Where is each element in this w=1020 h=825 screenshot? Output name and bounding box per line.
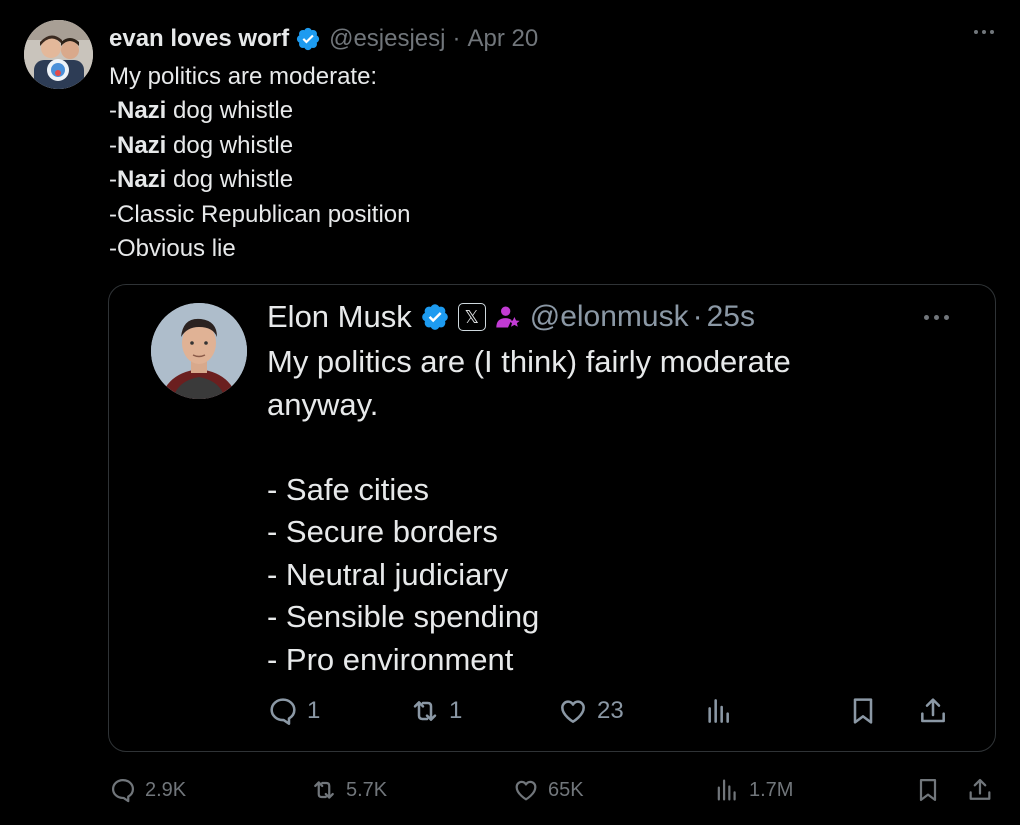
quoted-text: My politics are (I think) fairly moderat… (267, 341, 791, 681)
like-icon (561, 700, 585, 723)
separator: · (692, 300, 703, 333)
quoted-timestamp[interactable]: 25s (707, 300, 755, 334)
verified-icon[interactable] (295, 26, 321, 52)
avatar[interactable] (24, 20, 93, 89)
verified-icon[interactable] (420, 302, 450, 332)
action-bar: 2.9K 5.7K 65K 1.7M (0, 776, 1020, 810)
like-icon (515, 780, 537, 801)
separator: · (452, 25, 461, 52)
tweet-text: My politics are moderate: -Nazi dog whis… (109, 60, 410, 266)
quoted-line: - Sensible spending (267, 599, 540, 634)
quoted-avatar[interactable] (151, 303, 247, 399)
tweet-line: -Classic Republican position (109, 200, 411, 228)
display-name[interactable]: evan loves worf (109, 25, 289, 53)
like-count: 65K (548, 778, 584, 801)
bookmark-icon (853, 698, 873, 724)
more-icon[interactable] (974, 30, 994, 34)
views-icon (717, 779, 736, 801)
repost-count: 1 (449, 697, 463, 724)
tweet-line: -Nazi dog whistle (109, 166, 294, 194)
quoted-line: - Pro environment (267, 641, 514, 677)
quoted-handle[interactable]: @elonmusk (530, 300, 689, 334)
tweet-line: -Nazi dog whistle (109, 131, 294, 159)
share-icon (969, 778, 991, 800)
timestamp[interactable]: Apr 20 (467, 25, 538, 53)
quoted-line: - Neutral judiciary (267, 556, 509, 592)
reply-icon (270, 698, 296, 725)
quoted-views-button[interactable] (703, 695, 735, 727)
reply-count: 2.9K (145, 778, 187, 801)
bookmark-button[interactable] (914, 776, 942, 804)
tweet-header: evan loves worf @esjesjesj · Apr 20 (109, 24, 538, 54)
affiliate-icon[interactable] (494, 303, 522, 331)
more-icon[interactable] (924, 315, 949, 320)
tweet-line: -Obvious lie (109, 235, 236, 263)
share-icon (921, 698, 945, 723)
x-badge-icon[interactable]: 𝕏 (457, 303, 486, 331)
views-icon (708, 699, 729, 723)
share-button[interactable] (966, 776, 994, 804)
quoted-bookmark-button[interactable] (847, 695, 879, 727)
quoted-line: - Safe cities (267, 471, 429, 507)
like-count: 23 (597, 697, 624, 724)
repost-count: 5.7K (346, 778, 388, 801)
quoted-display-name[interactable]: Elon Musk (267, 299, 412, 335)
quoted-line: - Secure borders (267, 514, 498, 549)
quoted-tweet[interactable]: Elon Musk 𝕏 @elonmusk · 25s My politics … (108, 284, 996, 752)
like-button[interactable]: 65K (512, 776, 584, 804)
repost-icon (314, 781, 334, 799)
quoted-action-bar: 1 1 23 (109, 695, 995, 735)
quoted-line: My politics are (I think) fairly moderat… (267, 344, 791, 379)
reply-button[interactable]: 2.9K (109, 776, 186, 804)
reply-icon (111, 778, 135, 803)
reply-count: 1 (307, 697, 321, 724)
quoted-share-button[interactable] (917, 695, 949, 727)
quoted-header: Elon Musk 𝕏 @elonmusk · 25s (267, 299, 755, 335)
quoted-line (267, 426, 791, 469)
quoted-reply-button[interactable]: 1 (267, 695, 320, 727)
repost-icon (413, 701, 437, 721)
tweet-line: My politics are moderate: (109, 63, 378, 90)
quoted-line: anyway. (267, 386, 379, 422)
quoted-repost-button[interactable]: 1 (409, 695, 462, 727)
tweet-line: -Nazi dog whistle (109, 97, 294, 125)
views-count: 1.7M (749, 778, 794, 801)
bookmark-icon (919, 778, 937, 802)
repost-button[interactable]: 5.7K (310, 776, 387, 804)
handle[interactable]: @esjesjesj (329, 25, 445, 53)
views-button[interactable]: 1.7M (713, 776, 793, 804)
quoted-like-button[interactable]: 23 (557, 695, 624, 727)
